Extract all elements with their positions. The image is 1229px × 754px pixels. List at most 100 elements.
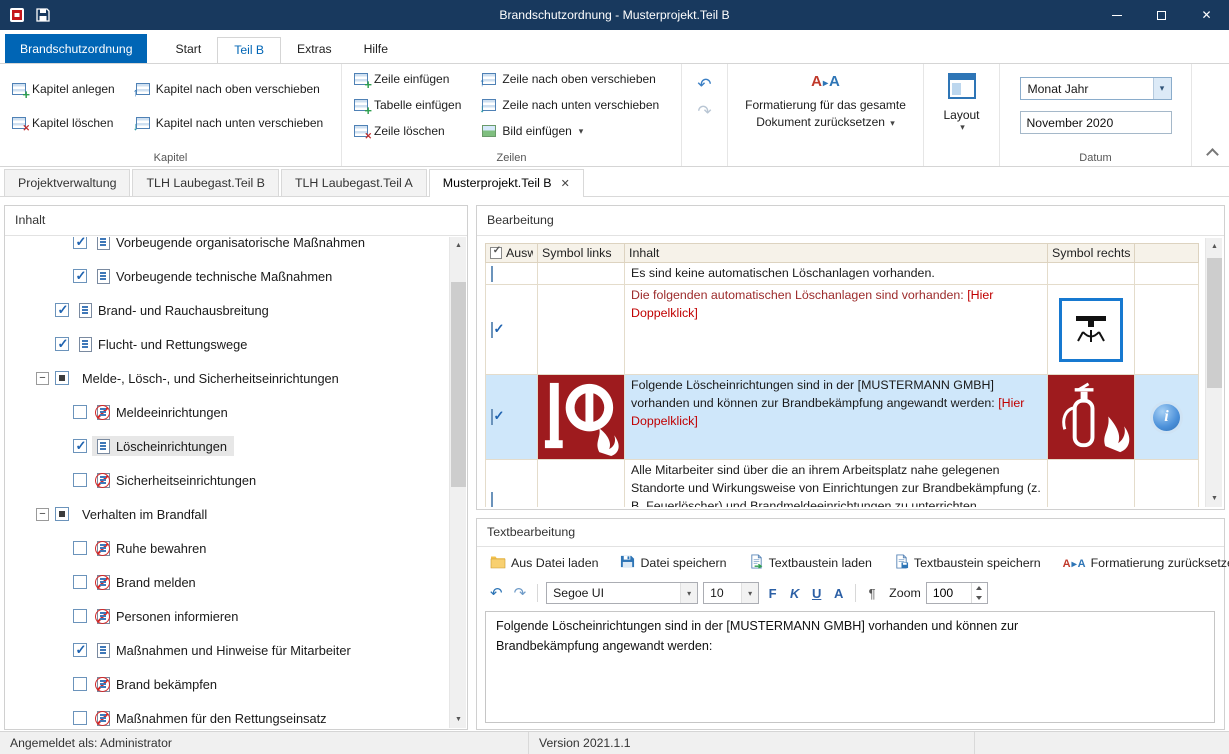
tree-item[interactable]: Brand melden: [5, 565, 448, 599]
checkbox-checked[interactable]: [55, 302, 70, 318]
close-button[interactable]: ✕: [1184, 0, 1229, 30]
undo-button[interactable]: ↶: [697, 76, 711, 93]
textbaustein-speichern-button[interactable]: Textbaustein speichern: [889, 552, 1046, 574]
textbaustein-laden-button[interactable]: Textbaustein laden: [744, 552, 877, 574]
table-row-selected[interactable]: Folgende Löscheinrichtungen sind in der …: [485, 374, 1199, 460]
tree-item[interactable]: Brand- und Rauchausbreitung: [5, 293, 448, 327]
tree-item[interactable]: Maßnahmen für den Rettungseinsatz: [5, 701, 448, 728]
table-row[interactable]: Es sind keine automatischen Löschanlagen…: [485, 262, 1199, 285]
pilcrow-button[interactable]: ¶: [864, 586, 880, 601]
checkbox-checked[interactable]: [491, 321, 493, 338]
tree-item[interactable]: Maßnahmen und Hinweise für Mitarbeiter: [5, 633, 448, 667]
ribbon-tab-extras[interactable]: Extras: [281, 37, 348, 63]
datei-speichern-button[interactable]: Datei speichern: [615, 552, 731, 574]
text-editor[interactable]: Folgende Löscheinrichtungen sind in der …: [485, 611, 1215, 723]
checkbox-unchecked[interactable]: [491, 491, 493, 507]
italic-button[interactable]: K: [786, 586, 803, 601]
spin-down-icon[interactable]: [972, 593, 987, 603]
tree-item-selected[interactable]: Löscheinrichtungen: [5, 429, 448, 463]
checkbox-unchecked[interactable]: [73, 405, 87, 419]
aus-datei-laden-button[interactable]: Aus Datei laden: [485, 552, 603, 575]
checkbox-checked[interactable]: [491, 409, 493, 425]
scrollbar-thumb[interactable]: [451, 282, 466, 487]
minimize-button[interactable]: [1094, 0, 1139, 30]
checkbox-checked[interactable]: [55, 336, 70, 352]
redo-button[interactable]: ↷: [697, 103, 711, 120]
tree-item[interactable]: Vorbeugende technische Maßnahmen: [5, 259, 448, 293]
zeile-nach-oben-button[interactable]: Zeile nach oben verschieben: [476, 68, 664, 90]
doc-tab-tlh-laubegast-teil-a[interactable]: TLH Laubegast.Teil A: [280, 169, 427, 196]
table-scrollbar[interactable]: [1205, 238, 1222, 507]
scroll-up-icon[interactable]: [450, 237, 467, 254]
bold-button[interactable]: F: [764, 586, 781, 601]
select-all-checkbox-icon[interactable]: [490, 246, 503, 259]
font-family-select[interactable]: Segoe UI ▾: [546, 582, 699, 604]
kapitel-nach-oben-button[interactable]: Kapitel nach oben verschieben: [130, 78, 328, 100]
inhalt-cell[interactable]: Alle Mitarbeiter sind über die an ihrem …: [624, 459, 1048, 507]
redo-button[interactable]: ↷: [511, 584, 530, 602]
column-header-symbol-rechts[interactable]: Symbol rechts: [1047, 243, 1135, 263]
font-size-select[interactable]: 10 ▾: [703, 582, 760, 604]
checkbox-unchecked[interactable]: [73, 677, 87, 691]
date-value-input[interactable]: [1019, 111, 1172, 134]
info-icon[interactable]: [1153, 403, 1180, 431]
format-reset-button[interactable]: Formatierung für das gesamte Dokument zu…: [734, 64, 917, 166]
tree-item[interactable]: Brand bekämpfen: [5, 667, 448, 701]
tree-item[interactable]: Vorbeugende organisatorische Maßnahmen: [5, 237, 448, 259]
checkbox-checked[interactable]: [73, 642, 88, 658]
zoom-input[interactable]: [926, 583, 971, 603]
checkbox-unchecked[interactable]: [73, 609, 87, 623]
zeile-einfuegen-button[interactable]: Zeile einfügen: [348, 68, 466, 92]
zeile-loeschen-button[interactable]: Zeile löschen: [348, 120, 466, 142]
checkbox-unchecked[interactable]: [491, 265, 493, 282]
checkbox-unchecked[interactable]: [73, 575, 87, 589]
checkbox-partial[interactable]: [55, 371, 69, 385]
inhalt-cell[interactable]: Die folgenden automatischen Löschanlagen…: [624, 284, 1048, 375]
column-header-inhalt[interactable]: Inhalt: [624, 243, 1048, 263]
app-menu-button[interactable]: Brandschutzordnung: [5, 34, 148, 63]
underline-button[interactable]: U: [808, 586, 825, 601]
kapitel-anlegen-button[interactable]: Kapitel anlegen: [6, 78, 120, 102]
kapitel-loeschen-button[interactable]: Kapitel löschen: [6, 112, 120, 134]
sprinkler-symbol[interactable]: [1059, 297, 1123, 362]
checkbox-unchecked[interactable]: [73, 473, 87, 487]
zoom-spinner[interactable]: [925, 582, 988, 604]
tree-item[interactable]: Flucht- und Rettungswege: [5, 327, 448, 361]
checkbox-checked[interactable]: [73, 438, 88, 454]
scroll-down-icon[interactable]: [1206, 490, 1223, 507]
tree-item[interactable]: Meldeeinrichtungen: [5, 395, 448, 429]
formatierung-zuruecksetzen-button[interactable]: Formatierung zurücksetzen: [1058, 554, 1229, 572]
checkbox-partial[interactable]: [55, 507, 69, 521]
checkbox-unchecked[interactable]: [73, 541, 87, 555]
kapitel-nach-unten-button[interactable]: Kapitel nach unten verschieben: [130, 112, 328, 134]
tree-item[interactable]: Ruhe bewahren: [5, 531, 448, 565]
inhalt-cell[interactable]: Es sind keine automatischen Löschanlagen…: [624, 262, 1048, 285]
save-icon[interactable]: [35, 7, 51, 23]
tree-item[interactable]: − Verhalten im Brandfall: [5, 497, 448, 531]
table-row[interactable]: Die folgenden automatischen Löschanlagen…: [485, 284, 1199, 375]
collapse-expander-icon[interactable]: −: [36, 371, 49, 385]
tree-item[interactable]: Sicherheitseinrichtungen: [5, 463, 448, 497]
undo-button[interactable]: ↶: [487, 584, 506, 602]
close-tab-icon[interactable]: ✕: [561, 178, 570, 190]
ribbon-tab-teil-b[interactable]: Teil B: [217, 37, 282, 64]
font-color-button[interactable]: A: [830, 586, 847, 601]
column-header-symbol-links[interactable]: Symbol links: [537, 243, 625, 263]
inhalt-cell[interactable]: Folgende Löscheinrichtungen sind in der …: [624, 374, 1048, 460]
tabelle-einfuegen-button[interactable]: Tabelle einfügen: [348, 94, 466, 118]
tree-item[interactable]: Personen informieren: [5, 599, 448, 633]
scroll-up-icon[interactable]: [1206, 238, 1223, 255]
checkbox-unchecked[interactable]: [73, 711, 87, 725]
scroll-down-icon[interactable]: [450, 711, 467, 728]
tree-scrollbar[interactable]: [449, 237, 466, 728]
doc-tab-projektverwaltung[interactable]: Projektverwaltung: [4, 169, 131, 196]
checkbox-checked[interactable]: [73, 237, 88, 250]
checkbox-checked[interactable]: [73, 268, 88, 284]
ribbon-tab-start[interactable]: Start: [159, 37, 217, 63]
bild-einfuegen-button[interactable]: Bild einfügen ▾: [476, 120, 664, 142]
column-header-auswahl[interactable]: Auswahl: [485, 243, 538, 263]
scrollbar-thumb[interactable]: [1207, 258, 1222, 388]
maximize-button[interactable]: [1139, 0, 1184, 30]
layout-button[interactable]: Layout ▾: [930, 64, 993, 166]
date-format-select[interactable]: Monat Jahr ▾: [1019, 77, 1172, 100]
